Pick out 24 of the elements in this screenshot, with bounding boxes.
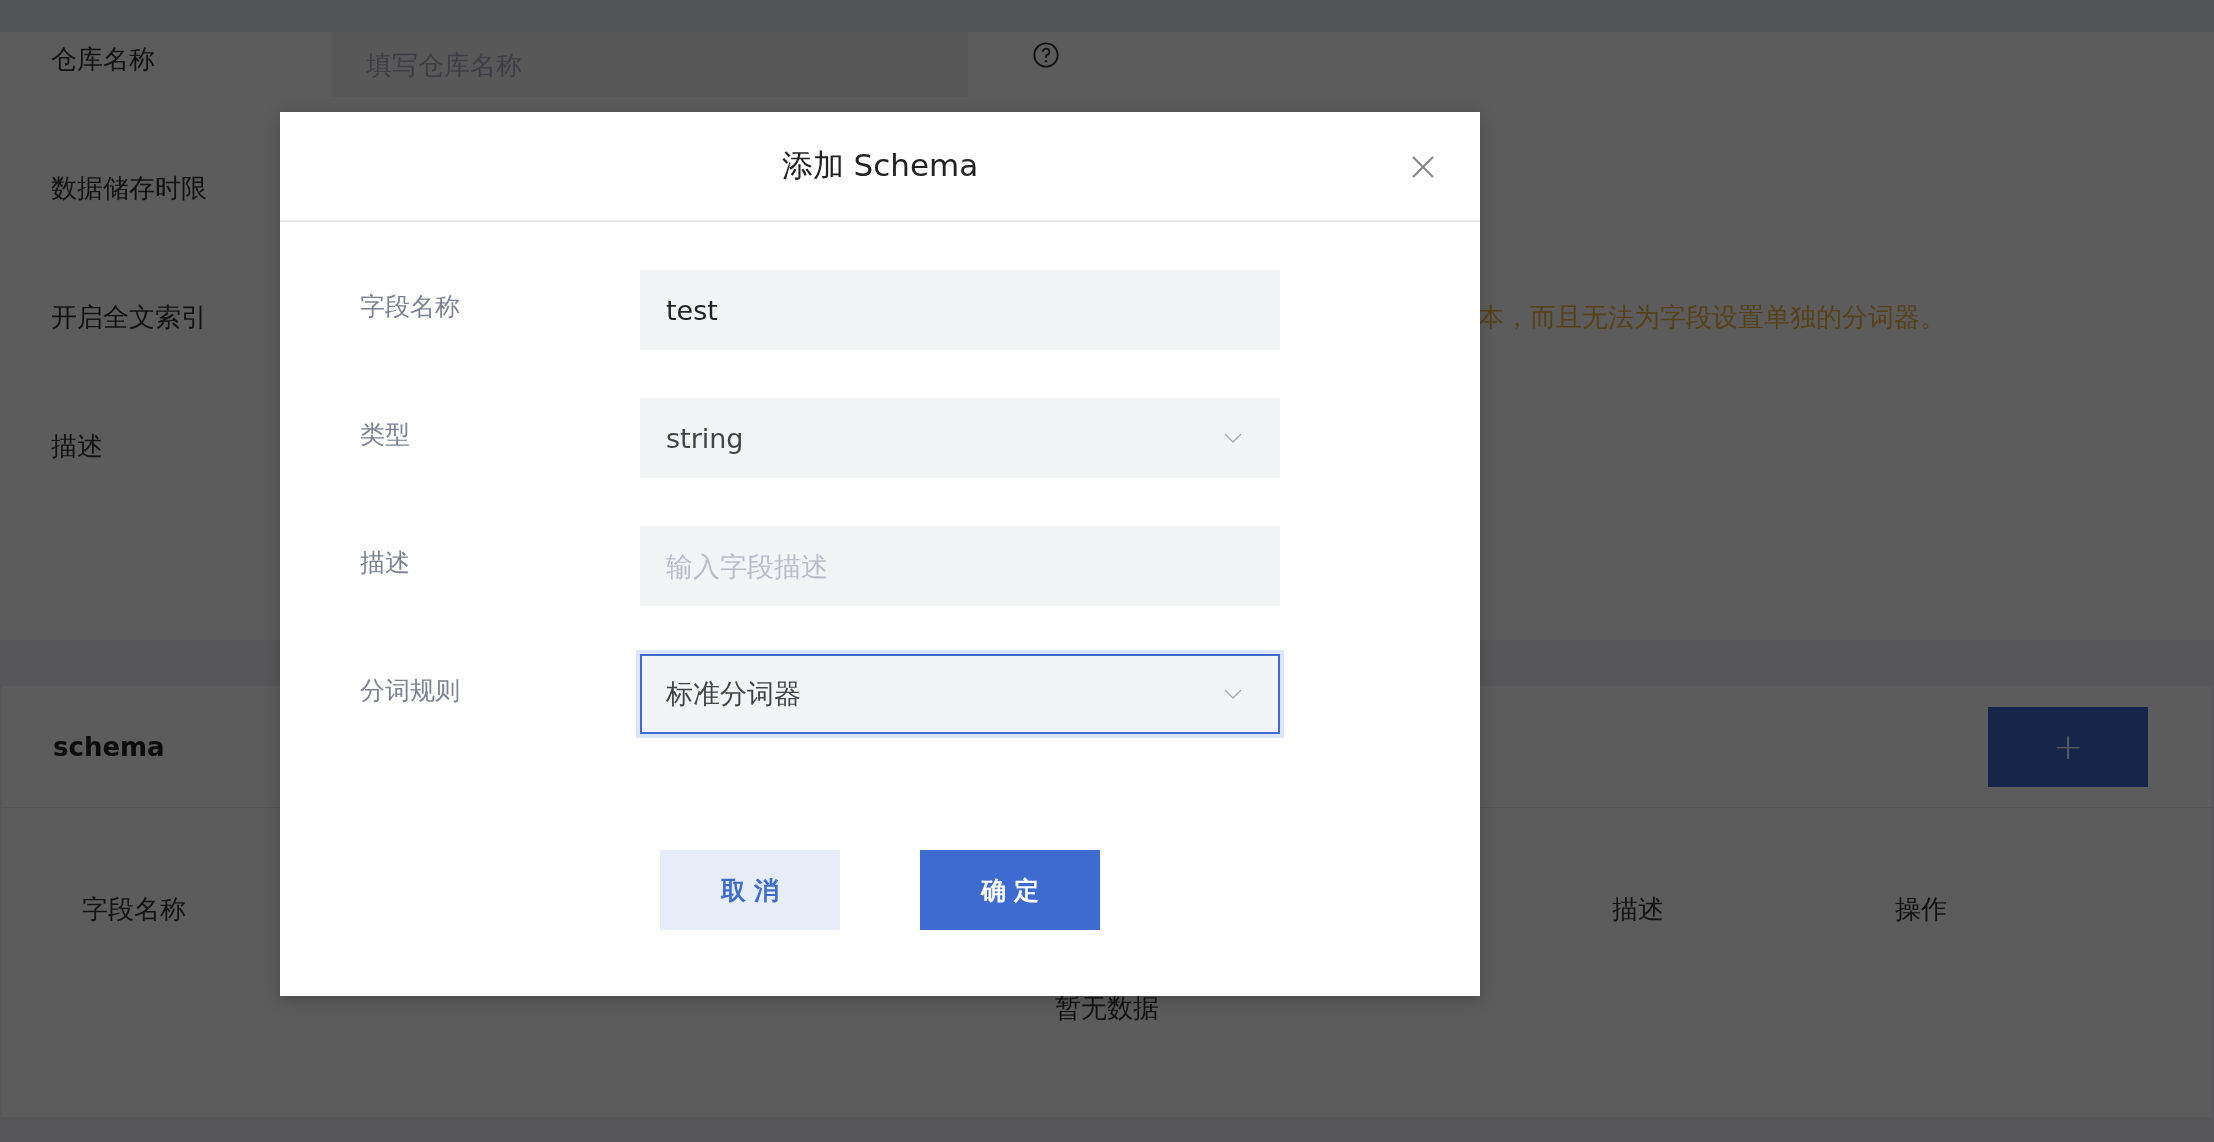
chevron-down-icon bbox=[1224, 688, 1242, 700]
form-label: 开启全文索引 bbox=[51, 301, 208, 334]
close-icon[interactable] bbox=[1411, 155, 1435, 179]
input-field[interactable]: 输入字段描述 bbox=[640, 526, 1280, 606]
help-icon[interactable] bbox=[1032, 41, 1060, 69]
dialog-title: 添加 Schema bbox=[781, 146, 979, 185]
chevron-down-icon bbox=[1224, 432, 1242, 444]
form-label: 数据储存时限 bbox=[51, 172, 208, 205]
empty-text: 暂无数据 bbox=[1055, 993, 1159, 1023]
field-label: 分词规则 bbox=[360, 674, 461, 707]
cancel-button[interactable]: 取 消 bbox=[660, 850, 840, 930]
column-header: 字段名称 bbox=[82, 893, 187, 926]
section-title: schema bbox=[53, 731, 165, 762]
column-header: 操作 bbox=[1895, 893, 1948, 926]
select-field[interactable]: string bbox=[640, 398, 1280, 478]
column-header: 描述 bbox=[1612, 893, 1665, 926]
form-label: 描述 bbox=[51, 430, 104, 463]
form-label: 仓库名称 bbox=[51, 43, 156, 76]
field-label: 类型 bbox=[360, 418, 411, 451]
input-field[interactable]: test bbox=[640, 270, 1280, 350]
field-label: 字段名称 bbox=[360, 290, 461, 323]
confirm-button[interactable]: 确 定 bbox=[920, 850, 1100, 930]
field-label: 描述 bbox=[360, 546, 411, 579]
warning-text: 本，而且无法为字段设置单独的分词器。 bbox=[1478, 301, 1946, 334]
